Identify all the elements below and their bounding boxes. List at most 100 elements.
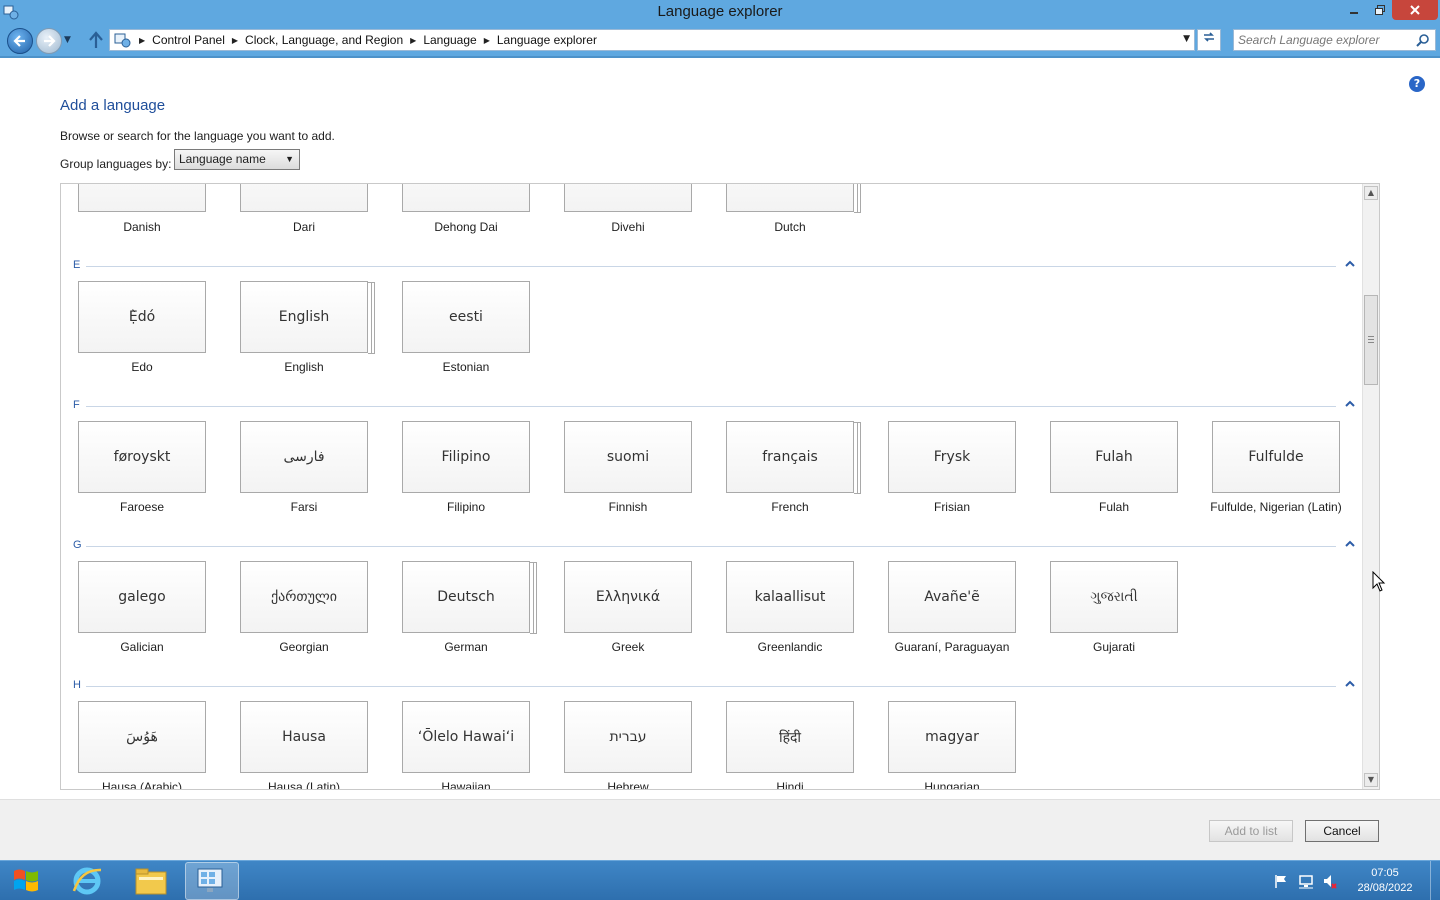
- up-button[interactable]: [86, 31, 106, 51]
- language-tile-fulfulde[interactable]: Fulfulde: [1212, 421, 1340, 493]
- language-tile-hausa-latin[interactable]: Hausa: [240, 701, 368, 773]
- action-center-flag-icon[interactable]: [1273, 873, 1289, 889]
- breadcrumb-language-explorer[interactable]: Language explorer: [497, 33, 597, 47]
- language-tile-hawaiian[interactable]: ʻŌlelo Hawaiʻi: [402, 701, 530, 773]
- clock-time: 07:05: [1371, 867, 1399, 879]
- cancel-button[interactable]: Cancel: [1305, 820, 1379, 842]
- vertical-scrollbar[interactable]: ▲ ▼: [1362, 184, 1379, 789]
- language-caption: Frisian: [933, 500, 970, 514]
- language-tile-danish[interactable]: [78, 184, 206, 212]
- language-caption: Farsi: [290, 500, 318, 514]
- back-button[interactable]: [7, 28, 33, 54]
- show-desktop-button[interactable]: [1430, 861, 1440, 900]
- language-caption: Dari: [292, 220, 315, 234]
- minimize-button[interactable]: [1341, 0, 1367, 20]
- taskbar-control-panel[interactable]: [185, 862, 239, 900]
- search-input[interactable]: [1234, 30, 1414, 50]
- collapse-icon[interactable]: [1345, 399, 1355, 409]
- breadcrumb[interactable]: ▶ Control Panel ▶ Clock, Language, and R…: [109, 29, 1195, 51]
- folder-icon: [135, 868, 167, 895]
- section-divider: [86, 266, 1336, 267]
- collapse-icon[interactable]: [1345, 679, 1355, 689]
- grip-icon: [1368, 336, 1374, 343]
- scroll-down-button[interactable]: ▼: [1364, 773, 1378, 787]
- title-bar: Language explorer: [0, 0, 1440, 26]
- language-tile-dari[interactable]: [240, 184, 368, 212]
- language-tile-edo[interactable]: Ẹ̀dó: [78, 281, 206, 353]
- search-icon[interactable]: [1416, 33, 1430, 47]
- up-arrow-icon: [89, 31, 103, 48]
- language-tile-dutch[interactable]: [726, 184, 861, 213]
- language-tile-english[interactable]: English: [240, 281, 375, 354]
- breadcrumb-language[interactable]: Language: [423, 33, 476, 47]
- taskbar: 07:05 28/08/2022: [0, 860, 1440, 900]
- back-arrow-icon: [13, 35, 25, 47]
- recent-pages-dropdown[interactable]: ▼: [64, 35, 74, 45]
- group-by-select[interactable]: Language name ▼: [174, 149, 300, 170]
- help-icon[interactable]: ?: [1409, 76, 1425, 92]
- section-divider: [86, 406, 1336, 407]
- language-tile-galician[interactable]: galego: [78, 561, 206, 633]
- language-tile-divehi[interactable]: [564, 184, 692, 212]
- language-tile-frisian[interactable]: Frysk: [888, 421, 1016, 493]
- network-icon[interactable]: [1298, 873, 1314, 889]
- language-caption: Guaraní, Paraguayan: [894, 640, 1010, 654]
- language-tile-fulah[interactable]: Fulah: [1050, 421, 1178, 493]
- system-clock[interactable]: 07:05 28/08/2022: [1348, 866, 1422, 896]
- section-letter: G: [73, 539, 82, 551]
- chevron-right-icon[interactable]: ▶: [139, 36, 145, 45]
- language-tile-german[interactable]: Deutsch: [402, 561, 537, 634]
- language-tile-faroese[interactable]: føroyskt: [78, 421, 206, 493]
- language-caption: German: [444, 640, 488, 654]
- language-tile-greenlandic[interactable]: kalaallisut: [726, 561, 854, 633]
- language-tile-dehong-dai[interactable]: [402, 184, 530, 212]
- language-tile-farsi[interactable]: فارسى: [240, 421, 368, 493]
- close-button[interactable]: [1392, 0, 1438, 20]
- language-caption: Fulfulde, Nigerian (Latin): [1210, 500, 1342, 514]
- taskbar-internet-explorer[interactable]: [60, 862, 114, 900]
- collapse-icon[interactable]: [1345, 259, 1355, 269]
- language-tile-hebrew[interactable]: עברית: [564, 701, 692, 773]
- language-tile-hausa-arabic[interactable]: هَوُسَ: [78, 701, 206, 773]
- language-caption: French: [771, 500, 809, 514]
- volume-muted-icon[interactable]: [1322, 873, 1338, 889]
- language-tile-hindi[interactable]: हिंदी: [726, 701, 854, 773]
- language-tile-gujarati[interactable]: ગુજરાતી: [1050, 561, 1178, 633]
- language-caption: English: [284, 360, 324, 374]
- refresh-button[interactable]: [1197, 29, 1221, 51]
- add-to-list-button[interactable]: Add to list: [1209, 820, 1293, 842]
- breadcrumb-clock-language-region[interactable]: Clock, Language, and Region: [245, 33, 403, 47]
- chevron-down-icon: ▼: [285, 154, 294, 164]
- chevron-right-icon[interactable]: ▶: [484, 36, 490, 45]
- breadcrumb-control-panel[interactable]: Control Panel: [152, 33, 225, 47]
- windows-start-icon[interactable]: [8, 865, 44, 897]
- language-tile-hungarian[interactable]: magyar: [888, 701, 1016, 773]
- language-caption: Divehi: [611, 220, 645, 234]
- language-caption: Hausa (Arabic): [101, 780, 183, 790]
- language-tile-guarani[interactable]: Avañe'ẽ: [888, 561, 1016, 633]
- language-tile-estonian[interactable]: eesti: [402, 281, 530, 353]
- language-caption: Greenlandic: [757, 640, 823, 654]
- address-dropdown-icon[interactable]: ▼: [1183, 34, 1190, 44]
- collapse-icon[interactable]: [1345, 539, 1355, 549]
- control-panel-icon: [114, 33, 131, 48]
- search-box[interactable]: [1233, 29, 1436, 51]
- taskbar-file-explorer[interactable]: [124, 862, 178, 900]
- maximize-button[interactable]: [1367, 0, 1392, 20]
- group-by-label: Group languages by:: [60, 157, 172, 171]
- scroll-thumb[interactable]: [1364, 295, 1378, 385]
- scroll-up-button[interactable]: ▲: [1364, 186, 1378, 200]
- language-tile-georgian[interactable]: ქართული: [240, 561, 368, 633]
- page-instruction: Browse or search for the language you wa…: [60, 129, 335, 143]
- language-tile-french[interactable]: français: [726, 421, 861, 494]
- refresh-icon: [1204, 32, 1214, 42]
- language-list[interactable]: Danish Dari Dehong Dai Divehi Dutch E Ẹ̀…: [60, 183, 1380, 790]
- language-tile-filipino[interactable]: Filipino: [402, 421, 530, 493]
- forward-button[interactable]: [36, 28, 62, 54]
- group-by-value: Language name: [179, 152, 266, 166]
- chevron-right-icon[interactable]: ▶: [410, 36, 416, 45]
- language-caption: Filipino: [446, 500, 485, 514]
- chevron-right-icon[interactable]: ▶: [232, 36, 238, 45]
- language-tile-finnish[interactable]: suomi: [564, 421, 692, 493]
- language-tile-greek[interactable]: Ελληνικά: [564, 561, 692, 633]
